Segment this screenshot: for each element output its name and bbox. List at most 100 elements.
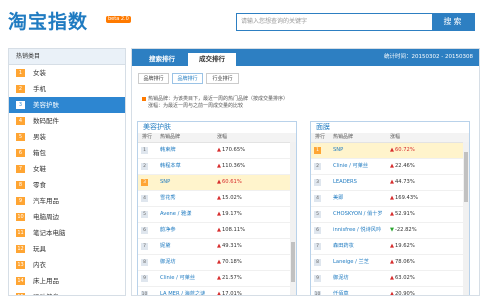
subtab-industry-rank[interactable]: 行业排行 [206,73,239,84]
sidebar-item-label: 玩具 [33,245,46,253]
brand-link[interactable]: SNP [160,175,170,190]
sidebar-item[interactable]: 15运动健身 [9,289,125,295]
rank-badge: 7 [16,165,25,173]
search-input[interactable]: 请输入您想查询的关键字 [236,13,434,31]
brand-link[interactable]: 美即 [333,191,343,206]
search-button[interactable]: 搜索 [432,13,475,31]
brand-link[interactable]: 御泥坊 [333,271,349,286]
subtab-brand-rank[interactable]: 品牌排行 [138,73,169,84]
sidebar-item[interactable]: 9 汽车用品 [9,193,125,209]
sidebar-item[interactable]: 2 手机 [9,81,125,97]
brand-link[interactable]: Avene / 雅漾 [160,207,191,222]
table-row[interactable]: 1 韩束牌 ▲170.65% [138,143,296,159]
table-row[interactable]: 4 雪花秀 ▲15.02% [138,191,296,207]
change-percent: 19.17% [222,211,242,217]
brand-link[interactable]: 仟佰草 [333,287,349,295]
table-row[interactable]: 10 LA MER / 海蓝之谜 ▲17.01% [138,287,296,296]
table-row[interactable]: 8 Laneige / 兰芝 ▲78.06% [311,255,469,271]
sidebar-item-label: 箱包 [33,149,46,157]
table-row[interactable]: 7 妮黛 ▲49.31% [138,239,296,255]
brand-link[interactable]: innisfree / 悦诗风吟 [333,223,381,238]
table-row[interactable]: 5 Avene / 雅漾 ▲19.17% [138,207,296,223]
brand-link[interactable]: 雪花秀 [160,191,176,206]
table-row[interactable]: 2 Clinie / 可莱丝 ▲22.46% [311,159,469,175]
table-row[interactable]: 8 御泥坊 ▲70.18% [138,255,296,271]
subtab-hot-brand[interactable]: 品牌排行 [172,73,203,84]
brand-link[interactable]: 韩程本草 [160,159,181,174]
table-row[interactable]: 6 innisfree / 悦诗风吟 ▼-22.82% [311,223,469,239]
sidebar-item[interactable]: 10 电脑周边 [9,209,125,225]
change-percent: 17.01% [222,291,242,296]
table-row[interactable]: 4 美即 ▲169.43% [311,191,469,207]
arrow-up-icon: ▲ [217,291,221,296]
scroll-thumb[interactable] [291,242,295,282]
logo[interactable]: 淘宝指数 [8,7,88,34]
arrow-up-icon: ▲ [217,195,221,201]
rank-badge: 5 [16,133,25,141]
table-row[interactable]: 9 Clinie / 可莱丝 ▲21.57% [138,271,296,287]
brand-link[interactable]: Laneige / 兰芝 [333,255,369,270]
change-value: ▲21.57% [217,271,242,286]
rank-number: 10 [314,291,321,296]
brand-link[interactable]: SNP [333,143,343,158]
col-change: 涨幅 [217,134,228,140]
rank-number: 6 [314,227,321,234]
sidebar-item[interactable]: 7 女鞋 [9,161,125,177]
change-value: ▲52.91% [390,207,415,222]
brand-link[interactable]: 韵净参 [160,223,176,238]
table-row[interactable]: 9 御泥坊 ▲63.02% [311,271,469,287]
sidebar-item[interactable]: 1 女装 [9,65,125,81]
brand-link[interactable]: 韩束牌 [160,143,176,158]
brand-link[interactable]: LEADERS [333,175,357,190]
scroll-thumb[interactable] [464,152,468,202]
tab-bar: 搜索排行 成交排行 统计时间：20150302 - 20150308 [132,49,479,66]
table-row[interactable]: 3 SNP ▲60.61% [138,175,296,191]
col-brand: 热销品牌 [333,134,354,140]
brand-link[interactable]: Clinie / 可莱丝 [160,271,195,286]
sidebar-item[interactable]: 14 床上用品 [9,273,125,289]
sidebar-item[interactable]: 6 箱包 [9,145,125,161]
table-row[interactable]: 7 森田药妆 ▲19.62% [311,239,469,255]
change-value: ▲44.73% [390,175,415,190]
rank-number: 5 [141,211,148,218]
change-percent: 70.18% [222,259,242,265]
brand-link[interactable]: CHOSKYON / 俏十岁 [333,207,383,222]
table-row[interactable]: 5 CHOSKYON / 俏十岁 ▲52.91% [311,207,469,223]
change-value: ▲169.43% [390,191,418,206]
table-row[interactable]: 2 韩程本草 ▲110.36% [138,159,296,175]
sidebar-item[interactable]: 11 笔记本电脑 [9,225,125,241]
brand-link[interactable]: 妮黛 [160,239,170,254]
arrow-up-icon: ▲ [217,211,221,217]
brand-link[interactable]: 森田药妆 [333,239,354,254]
panel-left-title: 美容护肤 [138,122,296,133]
change-value: ▲49.31% [217,239,242,254]
note-line-1: 热销品牌：为该类目下，最近一周的热门品牌（按成交量排序） [148,96,289,102]
table-row[interactable]: 3 LEADERS ▲44.73% [311,175,469,191]
sidebar-item[interactable]: 8 零食 [9,177,125,193]
panel-left-scrollbar[interactable] [290,142,296,295]
tab-deal-rank[interactable]: 成交排行 [188,53,236,66]
sidebar-item[interactable]: 5 男装 [9,129,125,145]
brand-link[interactable]: LA MER / 海蓝之谜 [160,287,205,295]
panel-right-scrollbar[interactable] [463,142,469,295]
sidebar-item-label: 女鞋 [33,165,46,173]
col-rank: 排行 [315,134,326,140]
change-percent: 52.91% [395,211,415,217]
sidebar-item[interactable]: 4 数码配件 [9,113,125,129]
change-percent: 63.02% [395,275,415,281]
brand-link[interactable]: Clinie / 可莱丝 [333,159,368,174]
table-row[interactable]: 10 仟佰草 ▲20.90% [311,287,469,296]
arrow-up-icon: ▲ [217,243,221,249]
rank-number: 8 [141,259,148,266]
sidebar-item-label: 床上用品 [33,277,59,285]
sidebar-item[interactable]: 12 玩具 [9,241,125,257]
table-row[interactable]: 6 韵净参 ▲108.11% [138,223,296,239]
brand-link[interactable]: 御泥坊 [160,255,176,270]
col-rank: 排行 [142,134,153,140]
tab-search-rank[interactable]: 搜索排行 [138,53,186,66]
table-row[interactable]: 1 SNP ▲60.72% [311,143,469,159]
rank-badge: 6 [16,149,25,157]
sidebar-item[interactable]: 13 内衣 [9,257,125,273]
change-percent: 20.90% [395,291,415,296]
sidebar-item[interactable]: 3 美容护肤 [9,97,125,113]
